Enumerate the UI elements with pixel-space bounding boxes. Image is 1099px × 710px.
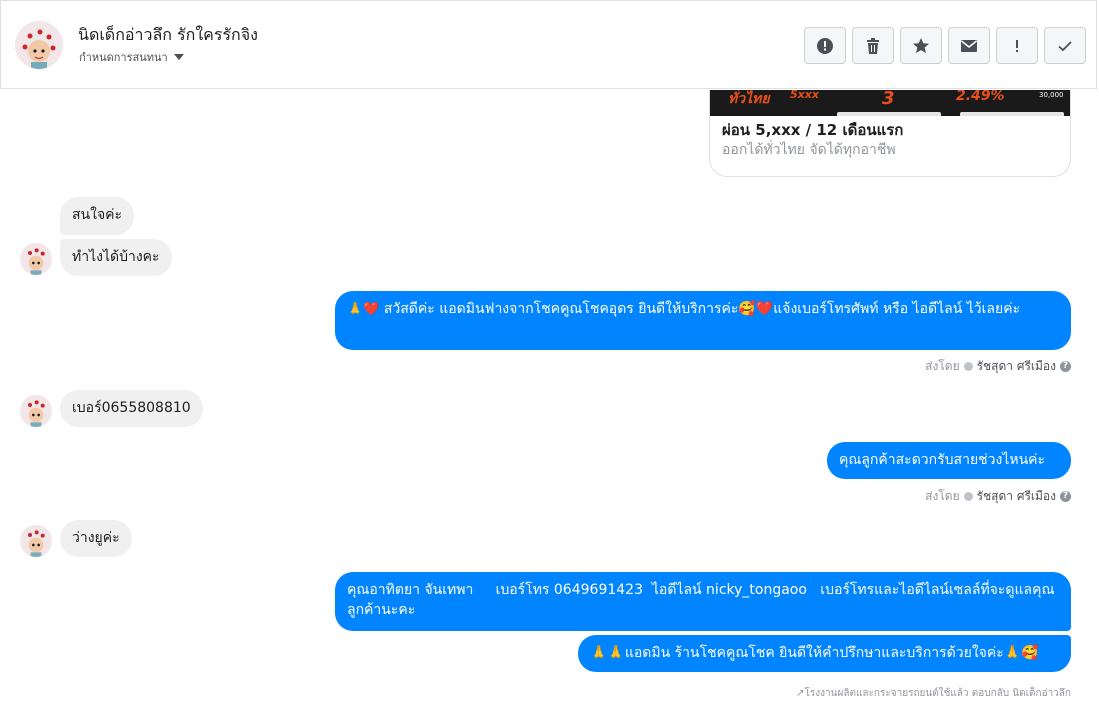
ad-image-text: 5xxx xyxy=(790,90,819,101)
incoming-message: ว่างยูค่ะ xyxy=(60,520,132,557)
star-button[interactable] xyxy=(900,27,942,64)
avatar-image xyxy=(20,525,52,557)
sent-by-prefix: ส่งโดย xyxy=(925,359,960,373)
ad-image-tile xyxy=(960,112,1064,116)
ad-image-text: ทั่วไทย xyxy=(728,91,770,107)
alert-circle-icon xyxy=(817,37,833,54)
caret-down-icon xyxy=(173,54,184,60)
contact-avatar[interactable] xyxy=(15,21,63,69)
incoming-message: ทำไงได้บ้างคะ xyxy=(60,239,172,276)
sent-by-prefix: ส่งโดย xyxy=(925,489,960,503)
assign-conversation-dropdown[interactable]: กำหนดการสนทนา xyxy=(79,48,184,66)
avatar-image xyxy=(15,21,63,69)
ad-image: ทั่วไทย 5xxx 3 2.49% 30,000 xyxy=(710,90,1070,116)
contact-avatar-small[interactable] xyxy=(20,243,52,275)
help-icon[interactable]: ? xyxy=(1060,361,1071,372)
avatar-image xyxy=(20,395,52,427)
star-icon xyxy=(913,37,929,53)
envelope-icon xyxy=(961,39,977,52)
conversation-header: นิดเด็กอ่าวลึก รักใครรักจิง กำหนดการสนทน… xyxy=(0,0,1097,89)
ad-image-text: 30,000 xyxy=(1039,91,1064,99)
sent-by-info: ส่งโดย รัชสุดา ศรีเมือง ? xyxy=(925,487,1071,506)
mark-unread-button[interactable] xyxy=(948,27,990,64)
contact-avatar-small[interactable] xyxy=(20,525,52,557)
header-actions xyxy=(804,27,1086,64)
follow-up-button[interactable] xyxy=(996,27,1038,64)
trash-icon xyxy=(867,37,879,54)
ad-image-text: 3 xyxy=(882,90,895,109)
assign-label: กำหนดการสนทนา xyxy=(79,51,168,64)
delete-button[interactable] xyxy=(852,27,894,64)
outgoing-message: คุณอาทิตยา จันเทพา เบอร์โทร 0649691423 ไ… xyxy=(335,572,1071,631)
mark-done-button[interactable] xyxy=(1044,27,1086,64)
agent-avatar-icon xyxy=(963,492,973,501)
pray-heart-emoji: 🙏❤️ xyxy=(347,302,380,317)
sent-by-name[interactable]: รัชสุดา ศรีเมือง xyxy=(977,487,1056,506)
sent-by-name[interactable]: รัชสุดา ศรีเมือง xyxy=(977,357,1056,376)
outgoing-message: 🙏🙏แอดมิน ร้านโชคคูณโชค ยินดีให้คำปรึกษาแ… xyxy=(578,635,1071,672)
incoming-message: เบอร์0655808810 xyxy=(60,390,203,427)
reply-attribution: ↗โรงงานผลิตและกระจายรถยนต์ใช้แล้ว ตอบกลั… xyxy=(796,688,1071,699)
ad-image-text: 2.49% xyxy=(956,90,1005,104)
incoming-message: สนใจค่ะ xyxy=(60,197,135,235)
avatar-image xyxy=(20,243,52,275)
ad-card-subtitle: ออกได้ทั่วไทย จัดได้ทุกอาชีพ xyxy=(722,142,896,158)
sent-by-info: ส่งโดย รัชสุดา ศรีเมือง ? xyxy=(925,357,1071,376)
agent-avatar-icon xyxy=(963,362,973,371)
report-spam-button[interactable] xyxy=(804,27,846,64)
outgoing-message: คุณลูกค้าสะดวกรับสายช่วงไหนค่ะ xyxy=(827,442,1071,479)
exclamation-icon xyxy=(1016,39,1018,52)
contact-name[interactable]: นิดเด็กอ่าวลึก รักใครรักจิง xyxy=(78,23,258,48)
checkmark-icon xyxy=(1058,40,1072,51)
ad-image-tile xyxy=(837,112,941,116)
outgoing-message-text: สวัสดีค่ะ แอดมินฟางจากโชคคูณโชคอุดร ยินด… xyxy=(383,301,1021,317)
ad-link-card[interactable]: ทั่วไทย 5xxx 3 2.49% 30,000 ผ่อน 5,xxx /… xyxy=(709,90,1071,177)
outgoing-message: 🙏❤️ สวัสดีค่ะ แอดมินฟางจากโชคคูณโชคอุดร … xyxy=(335,291,1071,350)
help-icon[interactable]: ? xyxy=(1060,491,1071,502)
contact-avatar-small[interactable] xyxy=(20,395,52,427)
